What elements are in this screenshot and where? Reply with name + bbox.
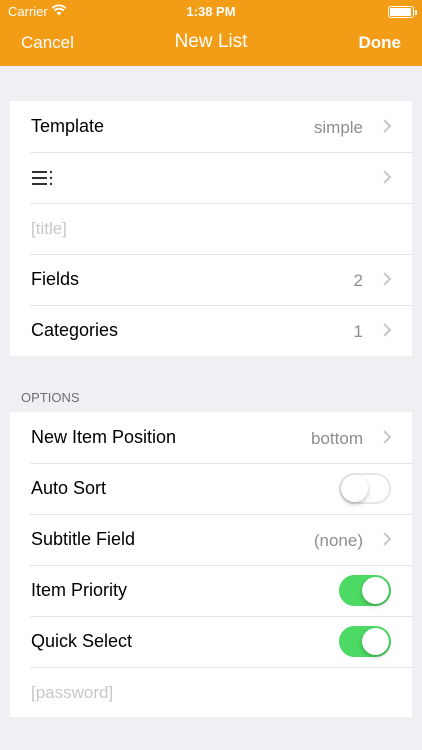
- title-field-row[interactable]: [title]: [10, 203, 412, 254]
- auto-sort-row: Auto Sort: [10, 463, 412, 514]
- chevron-right-icon: [383, 119, 392, 133]
- list-settings-group: Template simple [title] Fields 2 Categor…: [10, 101, 412, 356]
- done-button[interactable]: Done: [359, 33, 402, 53]
- chevron-right-icon: [383, 532, 392, 546]
- categories-row[interactable]: Categories 1: [10, 305, 412, 356]
- fields-label: Fields: [31, 269, 80, 289]
- toggle-knob: [362, 577, 389, 604]
- password-field-row[interactable]: [password]: [10, 667, 412, 718]
- quick-select-row: Quick Select: [10, 616, 412, 667]
- quick-select-toggle[interactable]: [339, 626, 391, 657]
- template-row[interactable]: Template simple: [10, 101, 412, 152]
- chevron-right-icon: [383, 170, 392, 184]
- quick-select-label: Quick Select: [31, 631, 133, 651]
- categories-label: Categories: [31, 320, 119, 340]
- list-lines-icon: [32, 170, 53, 186]
- item-priority-label: Item Priority: [31, 580, 128, 600]
- template-value: simple: [313, 118, 363, 137]
- navigation-bar: Carrier 1:38 PM Cancel New List Done: [0, 0, 422, 66]
- new-item-position-label: New Item Position: [31, 427, 177, 447]
- new-item-position-row[interactable]: New Item Position bottom: [10, 412, 412, 463]
- chevron-right-icon: [383, 430, 392, 444]
- title-field[interactable]: [title]: [31, 219, 67, 239]
- subtitle-field-value: (none): [313, 531, 363, 550]
- new-item-position-value: bottom: [311, 429, 363, 448]
- battery-icon: [388, 6, 417, 18]
- nav-bar: Cancel New List Done: [0, 24, 422, 64]
- chevron-right-icon: [383, 272, 392, 286]
- status-bar: Carrier 1:38 PM: [0, 0, 422, 24]
- auto-sort-label: Auto Sort: [31, 478, 107, 498]
- item-priority-row: Item Priority: [10, 565, 412, 616]
- subtitle-field-row[interactable]: Subtitle Field (none): [10, 514, 412, 565]
- toggle-knob: [362, 628, 389, 655]
- template-label: Template: [31, 116, 105, 136]
- icon-row[interactable]: [10, 152, 412, 203]
- auto-sort-toggle[interactable]: [339, 473, 391, 504]
- item-priority-toggle[interactable]: [339, 575, 391, 606]
- categories-count: 1: [353, 322, 363, 341]
- fields-count: 2: [353, 271, 363, 290]
- toggle-knob: [341, 475, 368, 502]
- options-section-header: OPTIONS: [21, 390, 80, 405]
- chevron-right-icon: [383, 323, 392, 337]
- subtitle-field-label: Subtitle Field: [31, 529, 136, 549]
- status-time: 1:38 PM: [186, 4, 236, 19]
- fields-row[interactable]: Fields 2: [10, 254, 412, 305]
- password-field[interactable]: [password]: [31, 683, 113, 703]
- options-group: New Item Position bottom Auto Sort Subti…: [10, 412, 412, 717]
